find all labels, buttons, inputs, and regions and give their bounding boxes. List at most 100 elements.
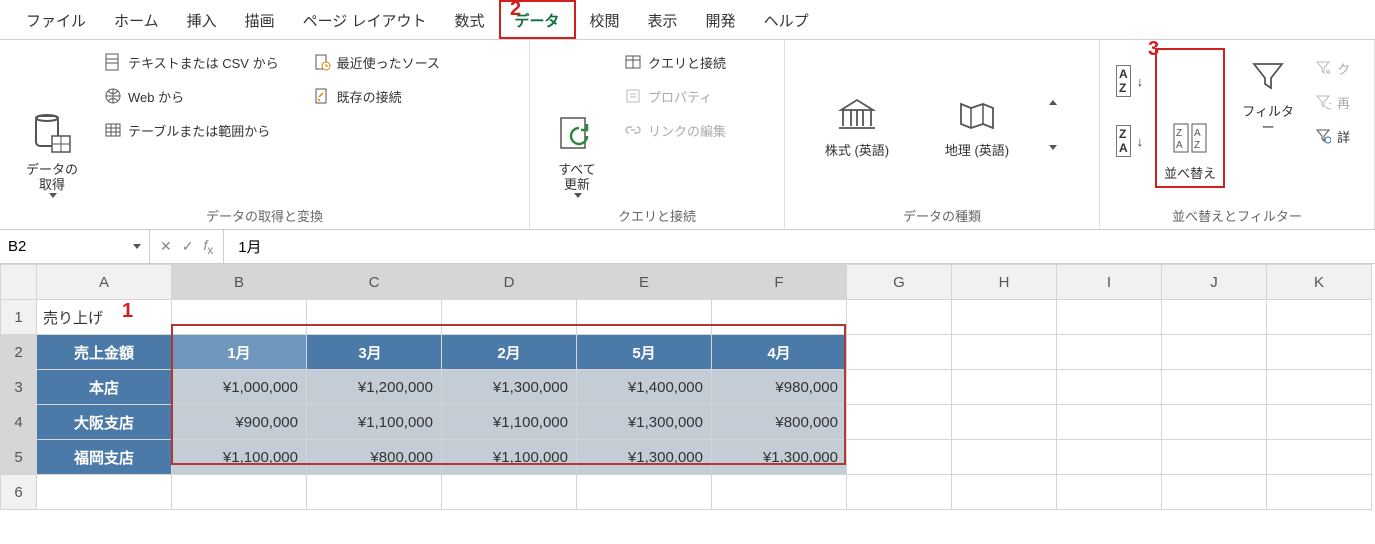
cell[interactable]: ¥1,300,000 — [577, 405, 712, 440]
cell[interactable] — [1057, 475, 1162, 510]
scroll-up-icon[interactable] — [1049, 100, 1057, 105]
formula-input[interactable] — [224, 238, 1375, 255]
col-header[interactable]: I — [1057, 265, 1162, 300]
cell[interactable]: ¥1,100,000 — [172, 440, 307, 475]
cell[interactable] — [952, 370, 1057, 405]
cell[interactable]: ¥800,000 — [712, 405, 847, 440]
scroll-down-icon[interactable] — [1049, 145, 1057, 150]
cell[interactable]: ¥1,100,000 — [307, 405, 442, 440]
cell[interactable] — [847, 440, 952, 475]
cell[interactable] — [847, 405, 952, 440]
cancel-icon[interactable]: ✕ — [160, 238, 172, 255]
col-header[interactable]: E — [577, 265, 712, 300]
cell[interactable] — [952, 475, 1057, 510]
tab-view[interactable]: 表示 — [634, 2, 692, 37]
row-header[interactable]: 6 — [1, 475, 37, 510]
cell[interactable]: 4月 — [712, 335, 847, 370]
cell[interactable] — [307, 475, 442, 510]
geography-button[interactable]: 地理 (英語) — [927, 87, 1027, 163]
properties-button[interactable]: プロパティ — [620, 82, 730, 110]
cell[interactable] — [1057, 370, 1162, 405]
cell[interactable]: ¥1,100,000 — [442, 405, 577, 440]
reapply-button[interactable]: 再 — [1311, 88, 1354, 116]
cell[interactable]: 3月 — [307, 335, 442, 370]
cell[interactable] — [847, 335, 952, 370]
tab-pagelayout[interactable]: ページ レイアウト — [289, 2, 441, 37]
tab-help[interactable]: ヘルプ — [750, 2, 823, 37]
tab-draw[interactable]: 描画 — [231, 2, 289, 37]
cell[interactable] — [952, 300, 1057, 335]
tab-home[interactable]: ホーム — [100, 2, 173, 37]
col-header[interactable]: J — [1162, 265, 1267, 300]
cell[interactable]: ¥1,300,000 — [442, 370, 577, 405]
cell[interactable] — [1162, 475, 1267, 510]
tab-insert[interactable]: 挿入 — [173, 2, 231, 37]
cell[interactable] — [1057, 405, 1162, 440]
clear-filter-button[interactable]: ク — [1311, 54, 1354, 82]
cell[interactable] — [952, 335, 1057, 370]
cell[interactable]: ¥1,300,000 — [577, 440, 712, 475]
cell[interactable] — [847, 475, 952, 510]
row-header[interactable]: 3 — [1, 370, 37, 405]
cell[interactable] — [1162, 440, 1267, 475]
row-header[interactable]: 2 — [1, 335, 37, 370]
col-header[interactable]: B — [172, 265, 307, 300]
cell[interactable]: ¥1,300,000 — [712, 440, 847, 475]
existing-connections-button[interactable]: 既存の接続 — [309, 82, 444, 110]
recent-sources-button[interactable]: 最近使ったソース — [309, 48, 444, 76]
cell[interactable]: ¥1,400,000 — [577, 370, 712, 405]
sort-desc-button[interactable]: ZA ↓ — [1112, 127, 1147, 155]
cell[interactable] — [847, 370, 952, 405]
cell[interactable]: 福岡支店 — [37, 440, 172, 475]
cell[interactable] — [847, 300, 952, 335]
cell[interactable] — [1267, 405, 1372, 440]
cell[interactable] — [442, 300, 577, 335]
row-header[interactable]: 5 — [1, 440, 37, 475]
name-box[interactable] — [0, 230, 150, 263]
tab-formulas[interactable]: 数式 — [440, 2, 498, 37]
select-all-corner[interactable] — [1, 265, 37, 300]
cell[interactable] — [712, 475, 847, 510]
cell[interactable] — [577, 475, 712, 510]
stocks-button[interactable]: 株式 (英語) — [807, 87, 907, 163]
cell[interactable] — [1162, 300, 1267, 335]
tab-file[interactable]: ファイル — [12, 2, 100, 37]
cell[interactable]: 売上金額 — [37, 335, 172, 370]
cell[interactable] — [712, 300, 847, 335]
enter-icon[interactable]: ✓ — [182, 238, 194, 255]
cell[interactable] — [172, 475, 307, 510]
cell[interactable] — [577, 300, 712, 335]
cell[interactable] — [1057, 335, 1162, 370]
cell[interactable]: 1月 — [172, 335, 307, 370]
cell[interactable]: ¥800,000 — [307, 440, 442, 475]
cell[interactable] — [307, 300, 442, 335]
edit-links-button[interactable]: リンクの編集 — [620, 116, 730, 144]
get-data-button[interactable]: データの 取得 — [12, 48, 92, 202]
fx-icon[interactable]: fx — [203, 237, 213, 257]
tab-developer[interactable]: 開発 — [692, 2, 750, 37]
cell[interactable]: ¥980,000 — [712, 370, 847, 405]
cell[interactable] — [442, 475, 577, 510]
col-header[interactable]: G — [847, 265, 952, 300]
name-box-input[interactable] — [8, 238, 108, 255]
col-header[interactable]: H — [952, 265, 1057, 300]
queries-connections-button[interactable]: クエリと接続 — [620, 48, 730, 76]
sort-dialog-button[interactable]: ZAAZ 並べ替え — [1155, 48, 1225, 188]
cell[interactable] — [172, 300, 307, 335]
sort-asc-button[interactable]: AZ ↓ — [1112, 67, 1147, 95]
cell[interactable] — [952, 440, 1057, 475]
cell[interactable] — [1267, 335, 1372, 370]
cell[interactable] — [37, 475, 172, 510]
col-header[interactable]: K — [1267, 265, 1372, 300]
cell[interactable] — [1162, 405, 1267, 440]
col-header[interactable]: A — [37, 265, 172, 300]
row-header[interactable]: 4 — [1, 405, 37, 440]
tab-review[interactable]: 校閲 — [576, 2, 634, 37]
cell[interactable]: 売り上げ — [37, 300, 172, 335]
cell[interactable] — [1267, 300, 1372, 335]
col-header[interactable]: D — [442, 265, 577, 300]
cell[interactable] — [1267, 370, 1372, 405]
cell[interactable] — [1162, 370, 1267, 405]
chevron-down-icon[interactable] — [133, 244, 141, 249]
advanced-filter-button[interactable]: 詳 — [1311, 122, 1354, 150]
